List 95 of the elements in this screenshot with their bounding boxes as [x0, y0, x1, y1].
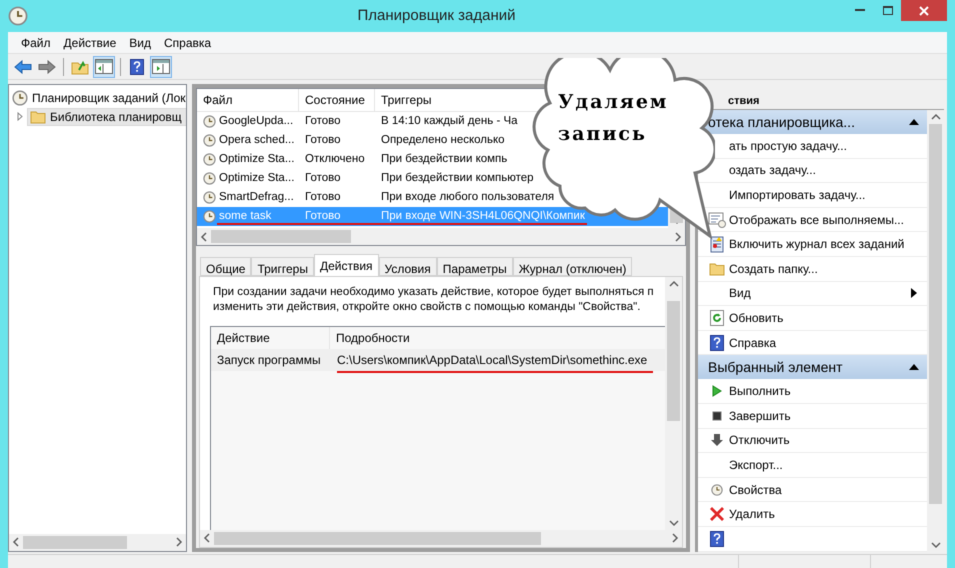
clock-icon: [203, 172, 216, 185]
table-cell-text: Готово: [304, 132, 342, 148]
refresh-icon: [710, 310, 724, 326]
app-clock-icon: [8, 6, 28, 26]
back-arrow-icon: [14, 60, 32, 74]
folder-up-icon: [71, 58, 89, 74]
table-cell-text: Отключено: [304, 152, 366, 167]
action-item[interactable]: Вид: [698, 282, 927, 306]
tree-item[interactable]: Библиотека планировщ: [27, 108, 186, 126]
cross-icon: [708, 505, 726, 524]
table-cell-text: Opera sched...: [219, 132, 294, 148]
column-header[interactable]: Состояние: [299, 89, 375, 111]
horizontal-scrollbar[interactable]: [197, 228, 685, 245]
list-clock-icon: [708, 212, 726, 228]
table-cell-text: Готово: [304, 114, 342, 129]
task-row[interactable]: Optimize Sta... Готово При бездействии компьютер: [197, 169, 538, 188]
collapse-icon: [909, 364, 919, 370]
menu-item[interactable]: Вид: [124, 34, 156, 52]
task-row[interactable]: Opera sched... Готово Определено несколько: [197, 131, 509, 150]
table-cell-text: SmartDefrag...: [219, 190, 294, 205]
task-row[interactable]: Optimize Sta... Отключено При бездействии компь: [197, 150, 512, 169]
horizontal-scrollbar[interactable]: [9, 534, 186, 550]
collapse-icon: [909, 119, 919, 125]
table-cell-text: some task: [219, 208, 272, 224]
help-icon: [130, 58, 144, 74]
callout-text: запись: [558, 122, 648, 146]
tab[interactable]: Параметры: [436, 257, 513, 276]
action-item[interactable]: Обновить: [698, 306, 927, 331]
menu-item[interactable]: Действие: [58, 34, 122, 52]
table-cell-text: В 14:10 каждый день - Ча: [380, 114, 518, 129]
tab[interactable]: Действия: [314, 254, 379, 276]
new-folder-icon: [708, 262, 724, 276]
table-cell-text: При бездействии компьютер: [380, 170, 534, 186]
table-cell-text: Готово: [304, 208, 342, 224]
forward-arrow-icon: [38, 60, 56, 74]
tab[interactable]: Триггеры: [251, 257, 314, 276]
clock-icon: [203, 115, 216, 128]
table-cell-text: Optimize Sta...: [219, 152, 294, 167]
action-item[interactable]: Удалить: [698, 502, 927, 527]
column-header[interactable]: Файл: [197, 89, 299, 111]
task-row[interactable]: SmartDefrag... Готово При входе любого пользователя: [197, 188, 558, 207]
stop-icon: [712, 410, 722, 421]
task-row[interactable]: GoogleUpda... Готово В 14:10 каждый день - Ча: [197, 112, 522, 131]
table-cell-text: GoogleUpda...: [219, 114, 294, 129]
clock-icon: [12, 90, 28, 106]
vertical-scrollbar[interactable]: [927, 110, 944, 552]
log-icon: [708, 236, 724, 253]
expand-arrow-icon[interactable]: [16, 112, 25, 121]
action-item[interactable]: Выполнить: [698, 379, 927, 404]
down-arrow-icon: [710, 433, 724, 448]
clock-icon: [203, 191, 216, 204]
clock-icon: [203, 153, 216, 166]
tab[interactable]: Журнал (отключен): [512, 257, 632, 276]
clock-icon: [710, 484, 722, 496]
table-cell-text: C:\Users\компик\AppData\Local\SystemDir\somethinc.exe: [336, 352, 648, 369]
window-title: Планировщик заданий: [356, 6, 516, 26]
tab[interactable]: Общие: [200, 257, 252, 276]
description-text: При создании задачи необходимо указать действие, которое будет выполняться п: [212, 285, 655, 300]
section-header[interactable]: Выбранный элемент: [698, 355, 927, 380]
action-pane-icon: [152, 59, 170, 74]
toolbar-button[interactable]: [93, 56, 115, 78]
maximize-icon: [882, 6, 892, 15]
horizontal-scrollbar[interactable]: [200, 530, 682, 546]
play-icon: [712, 385, 722, 398]
minimize-icon: [854, 9, 864, 12]
close-icon: [919, 6, 929, 16]
menu-item[interactable]: Справка: [159, 34, 216, 52]
help-icon: [710, 334, 724, 351]
help-icon: [710, 530, 724, 547]
action-item[interactable]: Свойства: [698, 478, 927, 502]
callout-text: Удаляем: [558, 90, 668, 114]
table-cell-text: Запуск программы: [216, 352, 322, 369]
tab[interactable]: Условия: [378, 257, 437, 276]
tree-pane-icon: [95, 59, 113, 74]
folder-clock-icon: [30, 110, 46, 124]
table-cell-text: При входе любого пользователя: [380, 190, 554, 205]
clock-icon: [203, 210, 216, 223]
action-item[interactable]: Завершить: [698, 404, 927, 429]
description-text: изменить эти действия, откройте окно свойств с помощью команды "Свойства".: [212, 300, 642, 315]
column-header[interactable]: Подробности: [330, 327, 665, 349]
table-cell-text: Готово: [304, 170, 342, 186]
menu-item[interactable]: Файл: [16, 34, 56, 52]
toolbar-button[interactable]: [150, 56, 172, 78]
action-item[interactable]: Отключить: [698, 428, 927, 454]
action-item[interactable]: Экспорт...: [698, 453, 927, 478]
table-cell-text: Готово: [304, 190, 342, 205]
close-button[interactable]: [901, 0, 947, 21]
tree-item[interactable]: Планировщик заданий (Лок: [9, 88, 186, 107]
vertical-scrollbar[interactable]: [665, 277, 682, 530]
table-cell-text: При бездействии компь: [380, 152, 508, 167]
table-cell-text: Определено несколько: [380, 132, 505, 148]
clock-icon: [203, 134, 216, 147]
action-item[interactable]: Создать папку...: [698, 256, 927, 282]
table-cell-text: При входе WIN-3SH4L06QNQI\Компик: [380, 208, 585, 224]
table-cell-text: Optimize Sta...: [219, 170, 294, 186]
